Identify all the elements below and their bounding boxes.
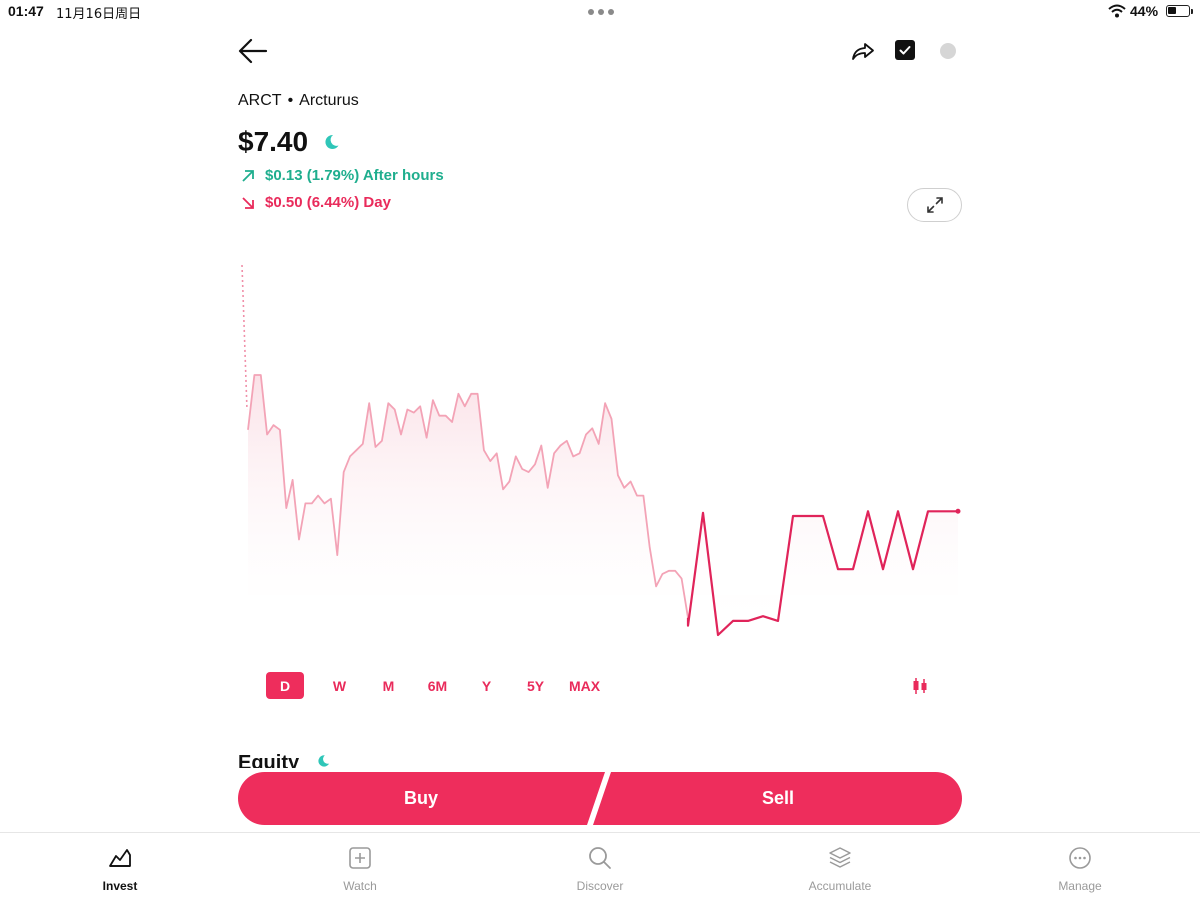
ticker-symbol: ARCT: [238, 92, 282, 109]
chart-icon: [109, 849, 131, 867]
layers-icon: [829, 847, 851, 868]
tab-watch[interactable]: Watch: [300, 845, 420, 893]
sell-label[interactable]: Sell: [762, 788, 794, 809]
range-5y[interactable]: 5Y: [511, 672, 560, 699]
moon-icon: [325, 134, 339, 149]
open-marker-line: [241, 264, 248, 411]
ticker-separator: •: [287, 92, 294, 109]
tab-discover[interactable]: Discover: [540, 845, 660, 893]
day-change: $0.50 (6.44%) Day: [240, 194, 391, 211]
watchlist-check-icon[interactable]: [895, 40, 915, 60]
wifi-icon: [1108, 4, 1126, 18]
buy-label[interactable]: Buy: [404, 788, 438, 809]
arrow-down-right-icon: [242, 196, 254, 209]
tab-discover-label: Discover: [576, 879, 624, 893]
range-w[interactable]: W: [315, 672, 364, 699]
tab-invest[interactable]: Invest: [60, 845, 180, 893]
tab-manage-label: Manage: [1058, 879, 1102, 893]
tab-watch-label: Watch: [343, 879, 377, 893]
last-price-dot: [955, 508, 961, 514]
multitask-dots[interactable]: [588, 9, 614, 15]
expand-icon: [926, 197, 943, 213]
arrow-up-right-icon: [242, 169, 254, 182]
trade-buttons: Buy Sell: [238, 772, 962, 825]
plus-square-icon: [349, 847, 371, 869]
tab-accumulate-label: Accumulate: [808, 879, 872, 893]
status-date: 11月16日周日: [56, 7, 142, 22]
day-change-text: $0.50 (6.44%) Day: [265, 194, 391, 211]
battery-percent: 44%: [1130, 3, 1159, 19]
more-circle-icon: [1069, 847, 1091, 869]
price-chart[interactable]: [230, 250, 970, 650]
range-y[interactable]: Y: [462, 672, 511, 699]
tab-manage[interactable]: Manage: [1020, 845, 1140, 893]
bottom-tab-bar: Invest Watch Discover Accumulate Manage: [0, 832, 1200, 900]
candlestick-icon[interactable]: [910, 676, 930, 696]
range-selector: D W M 6M Y 5Y MAX: [266, 672, 609, 699]
status-time: 01:47: [8, 3, 44, 19]
after-hours-change: $0.13 (1.79%) After hours: [240, 167, 444, 184]
current-price: $7.40: [238, 126, 309, 157]
tab-invest-label: Invest: [102, 879, 138, 893]
range-d[interactable]: D: [266, 672, 304, 699]
after-hours-text: $0.13 (1.79%) After hours: [265, 167, 444, 184]
tab-accumulate[interactable]: Accumulate: [780, 845, 900, 893]
equity-heading: Equity: [238, 752, 300, 768]
search-icon: [589, 847, 611, 869]
expand-chart-button[interactable]: [907, 188, 962, 222]
back-arrow-icon[interactable]: [236, 36, 270, 66]
range-max[interactable]: MAX: [560, 672, 609, 699]
company-name: Arcturus: [299, 92, 359, 109]
share-icon[interactable]: [850, 38, 876, 64]
status-bar: 01:47 11月16日周日 44%: [0, 0, 1200, 24]
ticker-line: ARCT • Arcturus: [238, 92, 359, 110]
status-dot-icon[interactable]: [940, 43, 956, 59]
battery-icon: [1166, 5, 1190, 17]
equity-moon-icon: [318, 755, 330, 767]
range-m[interactable]: M: [364, 672, 413, 699]
range-6m[interactable]: 6M: [413, 672, 462, 699]
